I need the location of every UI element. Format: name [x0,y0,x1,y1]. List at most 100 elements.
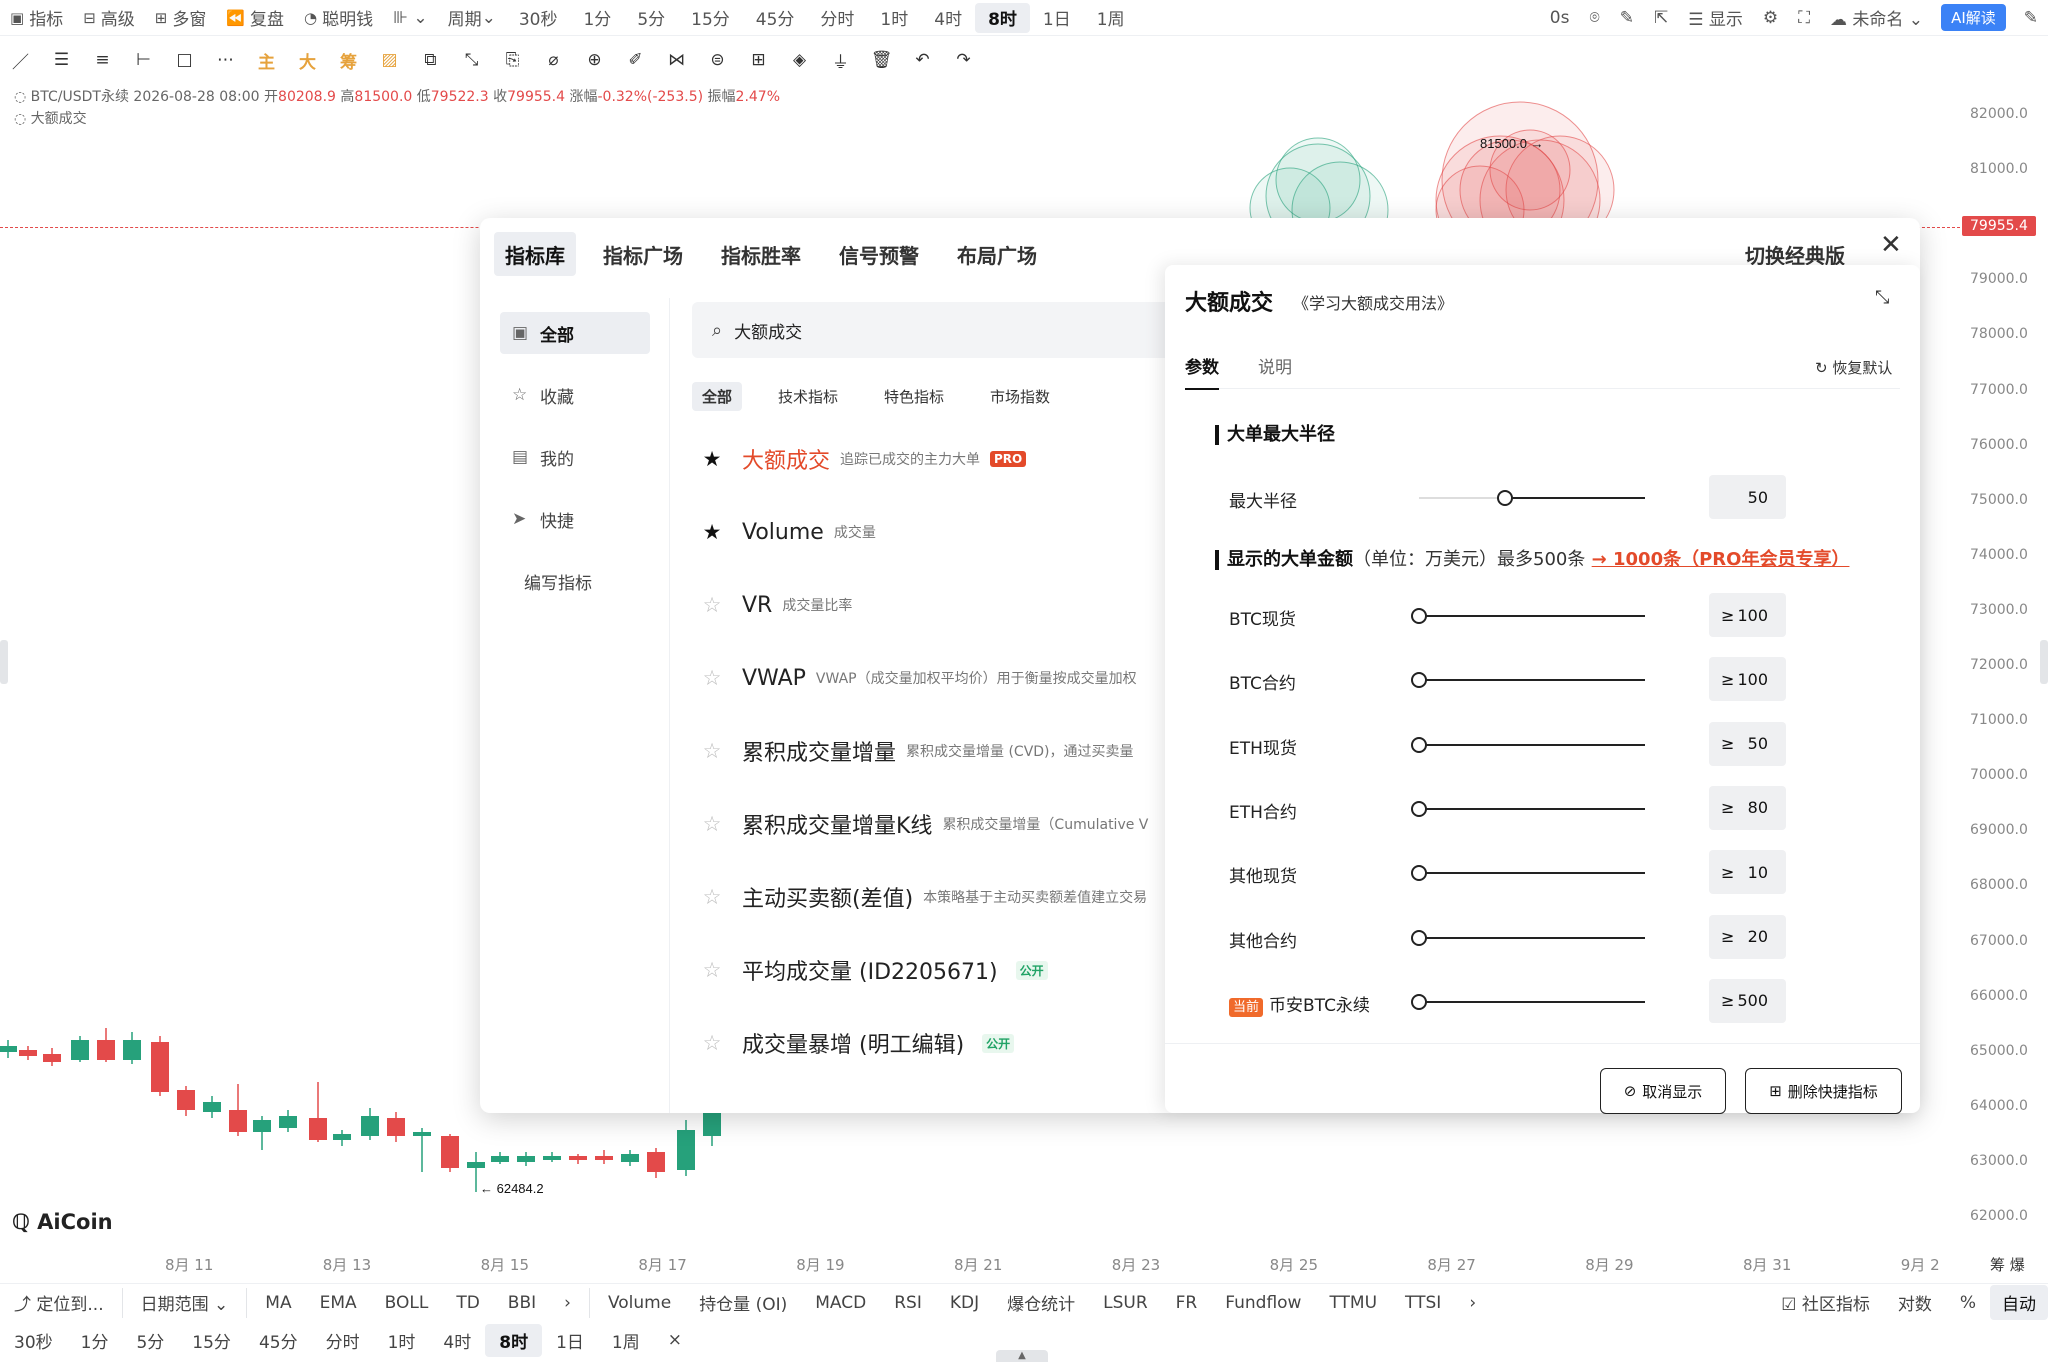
param-value-input[interactable]: 50 [1709,475,1786,519]
slider-handle[interactable] [1411,672,1427,689]
cancel-display-button[interactable]: ⊘ 取消显示 [1600,1068,1726,1114]
collapse-icon[interactable]: ⤡ [1875,287,1889,308]
bottom-timeframe-6[interactable]: 1时 [374,1324,430,1357]
bottom-timeframe-4[interactable]: 45分 [245,1324,312,1357]
chart-type-dropdown[interactable]: ⊪ ⌄ [383,0,437,36]
filter-chip-0[interactable]: 全部 [692,382,743,411]
favorite-star-icon[interactable]: ☆ [692,885,732,909]
favorite-star-icon[interactable]: ☆ [692,666,732,690]
slider-handle[interactable] [1411,865,1427,882]
timeframe-4[interactable]: 45分 [743,0,808,36]
topbar-item-1[interactable]: ⊟ 高级 [73,0,145,36]
main-indicator-0[interactable]: MA [251,1293,305,1313]
param-slider[interactable] [1411,865,1645,882]
favorite-star-icon[interactable]: ☆ [692,593,732,617]
param-slider[interactable] [1411,929,1645,946]
date-range-dropdown[interactable]: 日期范围 ⌄ [127,1290,243,1315]
param-slider[interactable] [1411,800,1645,817]
sub-indicator-0[interactable]: Volume [594,1293,685,1313]
draw-tool-20-icon[interactable]: ⏚ [820,48,861,73]
indicator-legend[interactable]: ◌ 大额成交 [14,108,87,128]
pen-icon[interactable]: ✎ [1610,0,1644,36]
param-slider[interactable] [1411,736,1645,753]
sub-indicator-5[interactable]: 爆仓统计 [993,1290,1089,1315]
modal-tab-1[interactable]: 指标广场 [592,232,694,276]
timeframe-0[interactable]: 30秒 [506,0,571,36]
slider-handle[interactable] [1411,800,1427,817]
layout-name[interactable]: ☁ 未命名 ⌄ [1820,0,1933,36]
chip-liquidation-toggles[interactable]: 筹 爆 [1990,1254,2025,1275]
modal-tab-4[interactable]: 布局广场 [946,232,1048,276]
close-icon[interactable]: × [654,1326,696,1354]
detail-tab-1[interactable]: 说明 [1258,353,1292,388]
slider-handle[interactable] [1411,608,1427,624]
modal-tab-3[interactable]: 信号预警 [828,232,930,276]
favorite-star-icon[interactable]: ☆ [692,958,732,982]
edit-icon[interactable]: ✎ [2014,0,2048,36]
draw-tool-12-icon[interactable]: ⎘ [492,50,533,70]
circle-toggle-icon[interactable]: ◌ [14,111,26,127]
timeframe-5[interactable]: 分时 [807,0,867,36]
draw-tool-13-icon[interactable]: ⌀ [533,50,574,70]
bottom-timeframe-5[interactable]: 分时 [312,1324,374,1357]
bottom-timeframe-0[interactable]: 30秒 [0,1324,67,1357]
draw-tool-18-icon[interactable]: ⊞ [738,50,779,70]
right-panel-handle[interactable] [2040,640,2048,684]
detail-tab-0[interactable]: 参数 [1185,353,1219,390]
circle-toggle-icon[interactable]: ◌ [14,89,26,105]
sidenav-item-2[interactable]: ▤ 我的 [500,436,650,478]
main-indicator-5[interactable]: › [550,1293,585,1313]
draw-tool-3-icon[interactable]: ⊢ [123,50,164,70]
main-indicator-2[interactable]: BOLL [371,1293,443,1313]
favorite-star-icon[interactable]: ★ [692,520,732,544]
topbar-item-3[interactable]: ⏪ 复盘 [216,0,294,36]
left-panel-handle[interactable] [0,640,8,684]
sub-indicator-2[interactable]: MACD [801,1293,880,1313]
settings-icon[interactable]: ⚙ [1753,0,1788,36]
draw-tool-9-icon[interactable]: ▨ [369,50,410,70]
draw-tool-17-icon[interactable]: ⊜ [697,50,738,70]
display-toggle[interactable]: ☰ 显示 [1678,0,1753,36]
param-value-input[interactable]: ≥50 [1709,721,1786,766]
sidenav-item-3[interactable]: ➤ 快捷 [500,498,650,540]
draw-tool-19-icon[interactable]: ◈ [779,50,820,70]
main-indicator-4[interactable]: BBI [494,1293,550,1313]
draw-tool-11-icon[interactable]: ⤡ [451,50,492,70]
sub-indicator-4[interactable]: KDJ [936,1293,993,1313]
countdown[interactable]: 0s [1540,0,1580,36]
timeframe-2[interactable]: 5分 [624,0,678,36]
share-icon[interactable]: ⇱ [1644,0,1678,36]
sidenav-item-4[interactable]: 编写指标 [500,560,650,602]
draw-tool-5-icon[interactable]: ⋯ [205,50,246,70]
sub-indicator-9[interactable]: TTMU [1315,1293,1391,1313]
timeframe-1[interactable]: 1分 [570,0,624,36]
ai-interpret-button[interactable]: AI解读 [1941,4,2006,31]
param-slider[interactable] [1419,490,1645,506]
param-value-input[interactable]: ≥500 [1709,978,1786,1023]
draw-tool-10-icon[interactable]: ⧉ [410,50,451,70]
date-axis[interactable]: 8月 11 8月 13 8月 15 8月 17 8月 19 8月 21 8月 23 8月 25… [0,1252,2048,1278]
param-value-input[interactable]: ≥100 [1709,593,1786,637]
draw-tool-7-icon[interactable]: 大 [287,48,328,73]
sub-indicator-11[interactable]: › [1455,1293,1490,1313]
bottom-timeframe-7[interactable]: 4时 [429,1324,485,1357]
draw-tool-2-icon[interactable]: ≡ [82,50,123,70]
param-slider[interactable] [1411,672,1645,689]
sub-indicator-10[interactable]: TTSI [1391,1293,1455,1313]
draw-tool-6-icon[interactable]: 主 [246,48,287,73]
locate-button[interactable]: ⤴ 定位到... [0,1290,118,1315]
timeframe-10[interactable]: 1周 [1084,0,1138,36]
timeframe-9[interactable]: 1日 [1030,0,1084,36]
community-indicator-button[interactable]: ☑ 社区指标 [1767,1290,1884,1315]
draw-tool-14-icon[interactable]: ⊕ [574,50,615,70]
sub-indicator-1[interactable]: 持仓量 (OI) [685,1290,801,1315]
slider-handle[interactable] [1411,736,1427,753]
price-axis[interactable]: 82000.0 81000.0 79000.0 78000.0 77000.0 76000… [1960,90,2048,1240]
timeframe-3[interactable]: 15分 [678,0,743,36]
pro-upgrade-link[interactable]: → 1000条（PRO年会员专享） [1592,549,1850,570]
draw-tool-4-icon[interactable]: □ [164,50,205,70]
draw-tool-0-icon[interactable]: ／ [0,48,41,73]
slider-handle[interactable] [1411,993,1427,1010]
fullscreen-icon[interactable]: ⛶ [1788,0,1820,36]
favorite-star-icon[interactable]: ☆ [692,1031,732,1055]
